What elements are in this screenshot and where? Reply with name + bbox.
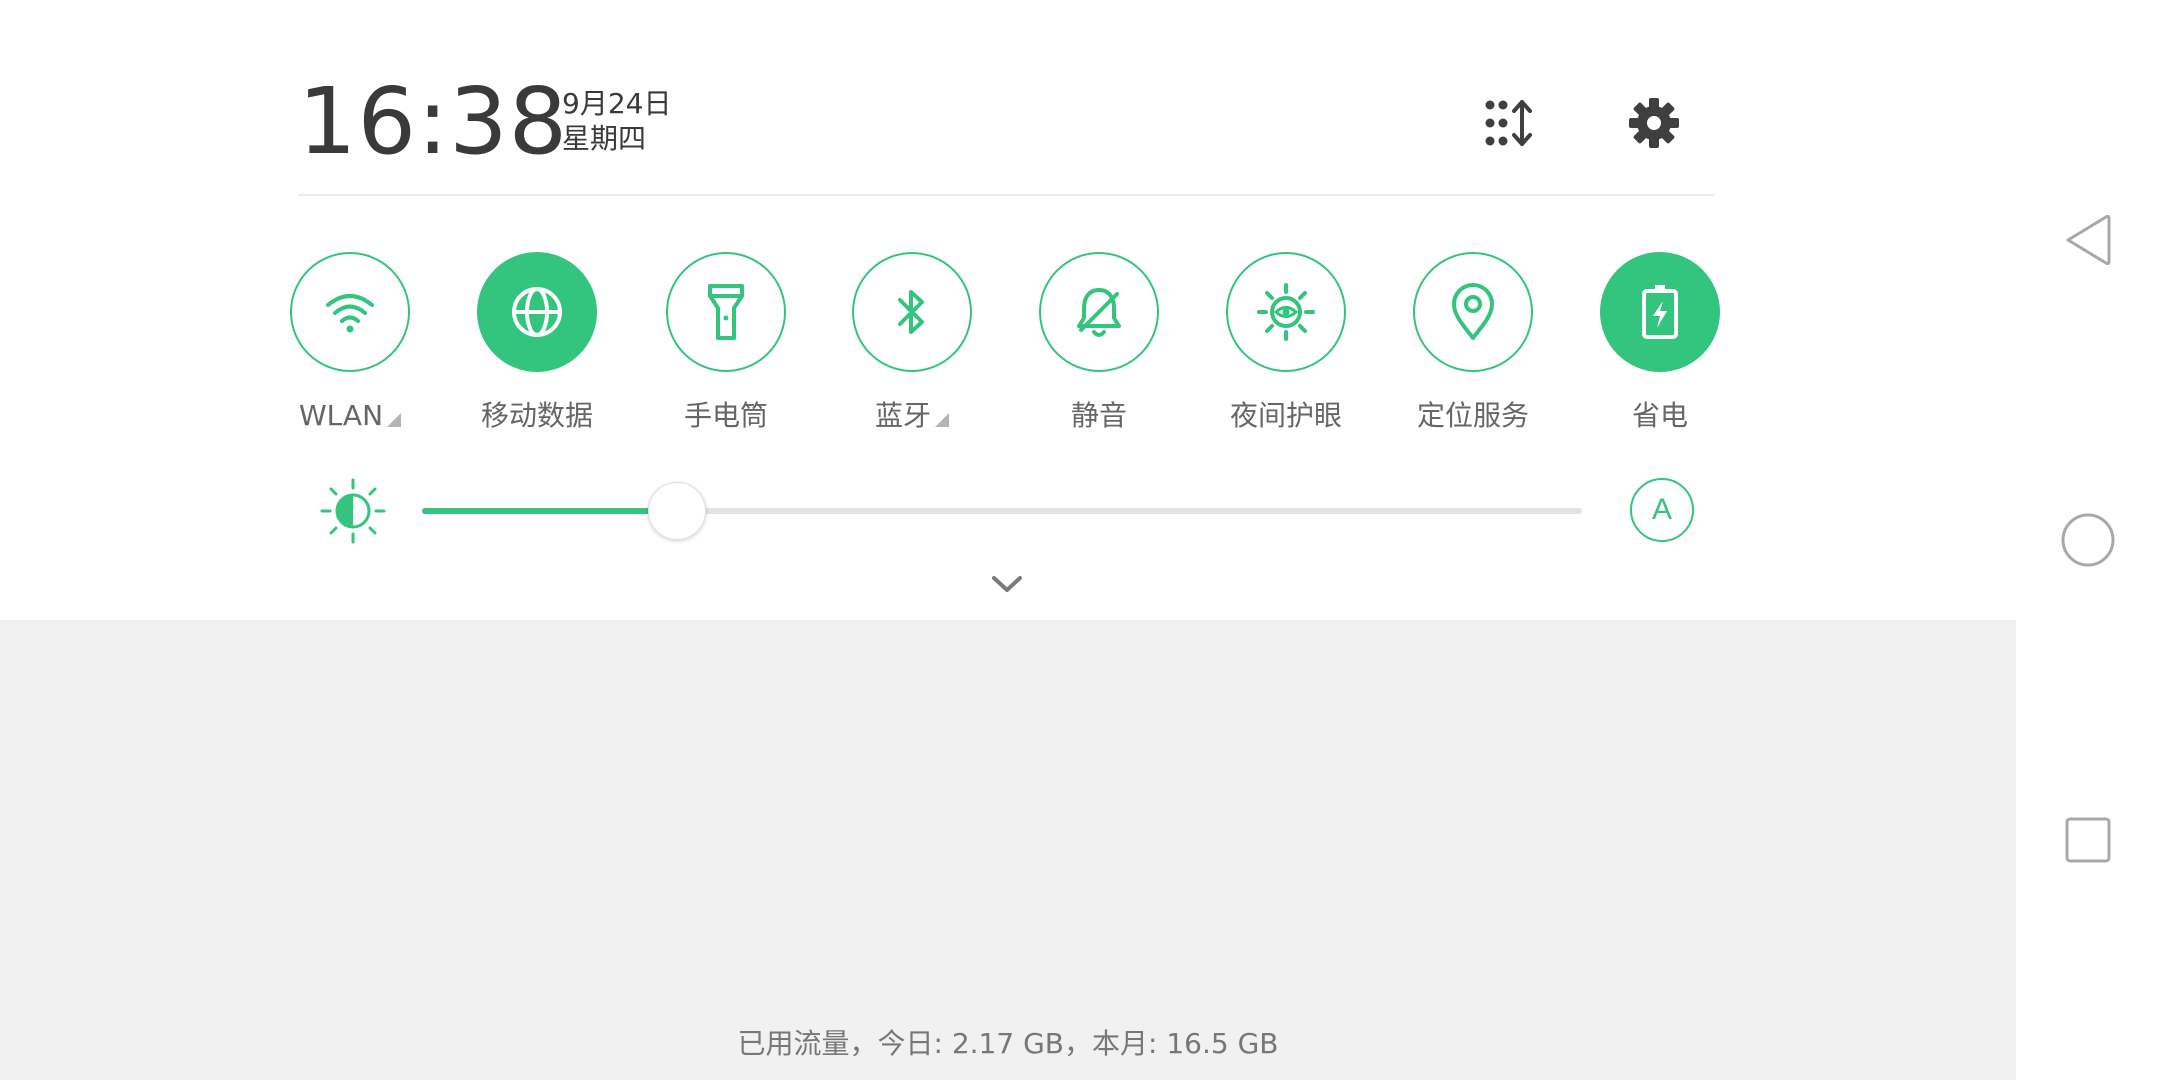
toggle-circle xyxy=(1413,252,1533,372)
toggle-circle xyxy=(1600,252,1720,372)
toggle-circle xyxy=(666,252,786,372)
grid-sort-icon xyxy=(1485,100,1532,146)
toggle-circle xyxy=(852,252,972,372)
toggle-label: 移动数据 xyxy=(480,399,593,432)
flashlight-icon xyxy=(708,284,744,340)
data-usage-text: 已用流量，今日: 2.17 GB，本月: 16.5 GB xyxy=(737,1027,1279,1060)
toggle-circle xyxy=(1226,252,1346,372)
toggle-location[interactable]: 定位服务 xyxy=(1379,252,1567,432)
toggle-circle xyxy=(1039,252,1159,372)
chevron-down-icon xyxy=(992,576,1022,592)
notification-area xyxy=(0,620,2016,1080)
date-block: 9月24日 星期四 xyxy=(562,86,671,156)
edit-tiles-button[interactable] xyxy=(1472,83,1552,163)
clock: 16:38 xyxy=(298,68,569,175)
bell-off-icon xyxy=(1077,288,1121,337)
wifi-icon xyxy=(326,294,374,333)
toggle-label: 省电 xyxy=(1631,399,1688,432)
toggle-label: WLAN xyxy=(256,396,444,436)
settings-button[interactable] xyxy=(1614,83,1694,163)
toggle-label: 手电筒 xyxy=(683,399,768,432)
globe-icon xyxy=(512,287,562,337)
eye-sun-icon xyxy=(1257,283,1315,341)
header-divider xyxy=(298,194,1714,196)
toggle-label: 蓝牙 xyxy=(818,396,1006,436)
location-pin-icon xyxy=(1452,283,1494,340)
back-triangle-icon xyxy=(2066,214,2111,266)
toggle-bluetooth[interactable]: 蓝牙 xyxy=(818,252,1006,432)
slider-fill xyxy=(422,508,678,514)
brightness-icon xyxy=(320,478,386,544)
more-options-indicator xyxy=(387,413,402,427)
toggle-circle xyxy=(477,252,597,372)
quick-settings-panel: 16:38 9月24日 星期四 WLAN 移动数据 手电筒 蓝牙 静音 夜间护眼… xyxy=(0,0,2016,620)
weekday-text: 星期四 xyxy=(562,122,647,155)
home-circle-icon xyxy=(2061,513,2115,567)
toggle-wlan[interactable]: WLAN xyxy=(256,252,444,432)
slider-thumb[interactable] xyxy=(648,482,707,540)
gear-icon xyxy=(1629,98,1679,148)
battery-saver-icon xyxy=(1642,285,1678,339)
back-button[interactable] xyxy=(2040,192,2136,288)
toggle-flashlight[interactable]: 手电筒 xyxy=(632,252,820,432)
toggle-mute[interactable]: 静音 xyxy=(1005,252,1193,432)
recent-apps-button[interactable] xyxy=(2040,792,2136,888)
expand-button[interactable] xyxy=(982,564,1032,604)
auto-brightness-button[interactable]: A xyxy=(1630,478,1694,542)
screen: 16:38 9月24日 星期四 WLAN 移动数据 手电筒 蓝牙 静音 夜间护眼… xyxy=(0,0,2160,1080)
toggle-label: 定位服务 xyxy=(1416,399,1529,432)
date-text: 9月24日 xyxy=(562,87,672,120)
toggle-night-eye-care[interactable]: 夜间护眼 xyxy=(1192,252,1380,432)
more-options-indicator xyxy=(935,413,949,427)
toggle-circle xyxy=(290,252,410,372)
brightness-slider[interactable] xyxy=(422,482,1582,540)
toggle-power-saving[interactable]: 省电 xyxy=(1566,252,1754,432)
toggle-mobile-data[interactable]: 移动数据 xyxy=(443,252,631,432)
toggle-label: 静音 xyxy=(1070,399,1127,432)
toggle-label: 夜间护眼 xyxy=(1229,399,1342,432)
home-button[interactable] xyxy=(2040,492,2136,588)
bluetooth-icon xyxy=(898,290,924,334)
recent-square-icon xyxy=(2065,817,2111,863)
